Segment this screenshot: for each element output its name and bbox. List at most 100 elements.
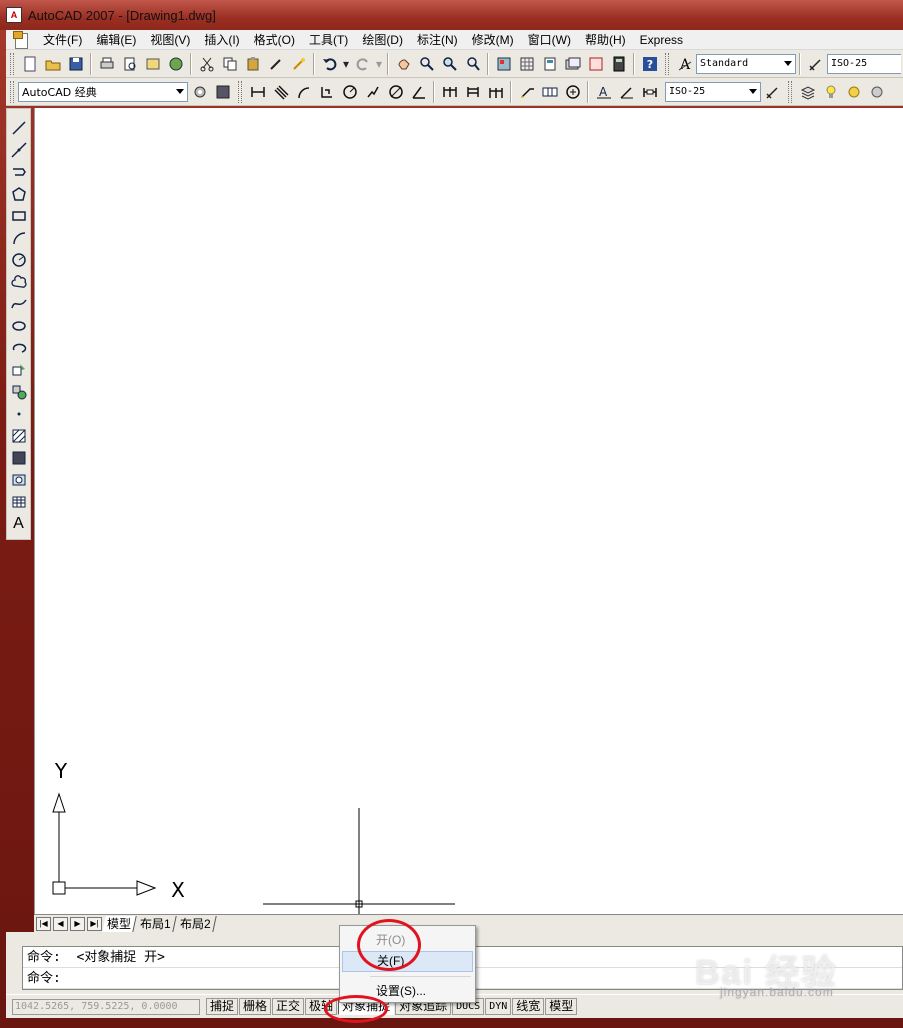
paste-icon[interactable] (242, 53, 263, 74)
grid-toggle[interactable]: 栅格 (239, 998, 272, 1015)
toolbar-grip[interactable] (665, 52, 669, 75)
etransmit-icon[interactable] (165, 53, 186, 74)
cut-icon[interactable] (196, 53, 217, 74)
block-editor-icon[interactable] (288, 53, 309, 74)
menu-insert[interactable]: 插入(I) (197, 30, 246, 50)
first-tab-button[interactable]: |◀ (36, 916, 51, 931)
drawing-surface[interactable]: Y X (35, 108, 903, 914)
ortho-toggle[interactable]: 正交 (272, 998, 305, 1015)
dimension-edit-icon[interactable]: A (593, 81, 614, 102)
last-tab-button[interactable]: ▶| (87, 916, 102, 931)
region-icon[interactable] (9, 469, 29, 491)
publish-icon[interactable] (142, 53, 163, 74)
menu-window[interactable]: 窗口(W) (521, 30, 578, 50)
undo-dropdown-icon[interactable]: ▾ (342, 53, 350, 74)
circle-icon[interactable] (9, 249, 29, 271)
autocad-app-icon[interactable]: A (6, 7, 22, 23)
layer-manager-icon[interactable] (797, 81, 818, 102)
gradient-icon[interactable] (9, 447, 29, 469)
layer-unlock-icon[interactable] (866, 81, 887, 102)
arc-length-icon[interactable] (293, 81, 314, 102)
menu-express[interactable]: Express (633, 30, 690, 50)
baseline-dimension-icon[interactable] (462, 81, 483, 102)
redo-dropdown-icon[interactable]: ▾ (375, 53, 383, 74)
construction-line-icon[interactable] (9, 139, 29, 161)
tab-model[interactable]: 模型 (102, 915, 137, 932)
zoom-realtime-icon[interactable] (416, 53, 437, 74)
layer-on-bulb-icon[interactable] (820, 81, 841, 102)
rectangle-icon[interactable] (9, 205, 29, 227)
center-mark-icon[interactable] (562, 81, 583, 102)
arc-icon[interactable] (9, 227, 29, 249)
toolbar-grip[interactable] (10, 52, 14, 75)
design-center-icon[interactable] (516, 53, 537, 74)
text-style-icon[interactable]: A (674, 53, 695, 74)
markup-set-icon[interactable] (585, 53, 606, 74)
insert-block-icon[interactable] (9, 359, 29, 381)
new-file-icon[interactable] (19, 53, 40, 74)
my-workspace-icon[interactable] (212, 81, 233, 102)
jogged-dimension-icon[interactable] (362, 81, 383, 102)
point-icon[interactable] (9, 403, 29, 425)
zoom-window-icon[interactable] (439, 53, 460, 74)
hatch-icon[interactable] (9, 425, 29, 447)
ordinate-dimension-icon[interactable] (316, 81, 337, 102)
polyline-icon[interactable] (9, 161, 29, 183)
tab-layout1[interactable]: 布局1 (135, 915, 177, 932)
pan-realtime-icon[interactable] (393, 53, 414, 74)
menu-file[interactable]: 文件(F) (36, 30, 89, 50)
radius-dimension-icon[interactable] (339, 81, 360, 102)
redo-icon[interactable] (352, 53, 373, 74)
ellipse-arc-icon[interactable] (9, 337, 29, 359)
toolbar-grip[interactable] (788, 80, 792, 103)
spline-icon[interactable] (9, 293, 29, 315)
revision-cloud-icon[interactable] (9, 271, 29, 293)
tolerance-icon[interactable] (539, 81, 560, 102)
menu-view[interactable]: 视图(V) (143, 30, 197, 50)
drawing-canvas[interactable]: Y X (34, 108, 903, 914)
angular-dimension-icon[interactable] (408, 81, 429, 102)
match-properties-icon[interactable] (265, 53, 286, 74)
copy-icon[interactable] (219, 53, 240, 74)
dimension-style-manager-icon[interactable] (762, 81, 783, 102)
toolbar-grip[interactable] (238, 80, 242, 103)
coordinate-readout[interactable]: 1042.5265, 759.5225, 0.0000 (12, 998, 200, 1015)
previous-tab-button[interactable]: ◀ (53, 916, 68, 931)
menu-draw[interactable]: 绘图(D) (355, 30, 410, 50)
ellipse-icon[interactable] (9, 315, 29, 337)
polygon-icon[interactable] (9, 183, 29, 205)
text-style-select[interactable]: Standard (696, 53, 796, 74)
make-block-icon[interactable] (9, 381, 29, 403)
quick-dimension-icon[interactable] (439, 81, 460, 102)
calculator-icon[interactable] (608, 53, 629, 74)
dimension-style-select-top[interactable]: ISO-25 (827, 53, 901, 74)
menu-dimension[interactable]: 标注(N) (410, 30, 465, 50)
lineweight-toggle[interactable]: 线宽 (512, 998, 545, 1015)
table-icon[interactable] (9, 491, 29, 513)
sheet-set-icon[interactable] (562, 53, 583, 74)
diameter-dimension-icon[interactable] (385, 81, 406, 102)
line-icon[interactable] (9, 117, 29, 139)
multiline-text-icon[interactable]: A (9, 513, 29, 535)
title-bar[interactable]: A AutoCAD 2007 - [Drawing1.dwg] (0, 0, 903, 30)
document-icon[interactable] (12, 30, 30, 49)
quick-leader-icon[interactable] (516, 81, 537, 102)
menu-tools[interactable]: 工具(T) (302, 30, 355, 50)
properties-icon[interactable] (493, 53, 514, 74)
menu-modify[interactable]: 修改(M) (465, 30, 521, 50)
linear-dimension-icon[interactable] (247, 81, 268, 102)
workspace-select[interactable]: AutoCAD 经典 (18, 81, 188, 102)
menu-format[interactable]: 格式(O) (247, 30, 302, 50)
menu-edit[interactable]: 编辑(E) (89, 30, 143, 50)
help-icon[interactable]: ? (639, 53, 660, 74)
print-icon[interactable] (96, 53, 117, 74)
next-tab-button[interactable]: ▶ (70, 916, 85, 931)
dimension-update-icon[interactable] (639, 81, 660, 102)
layer-thaw-sun-icon[interactable] (843, 81, 864, 102)
model-space-toggle[interactable]: 模型 (545, 998, 578, 1015)
dimension-style-icon[interactable] (805, 53, 826, 74)
snap-toggle[interactable]: 捕捉 (206, 998, 239, 1015)
save-icon[interactable] (65, 53, 86, 74)
undo-icon[interactable] (319, 53, 340, 74)
tab-layout2[interactable]: 布局2 (175, 915, 217, 932)
